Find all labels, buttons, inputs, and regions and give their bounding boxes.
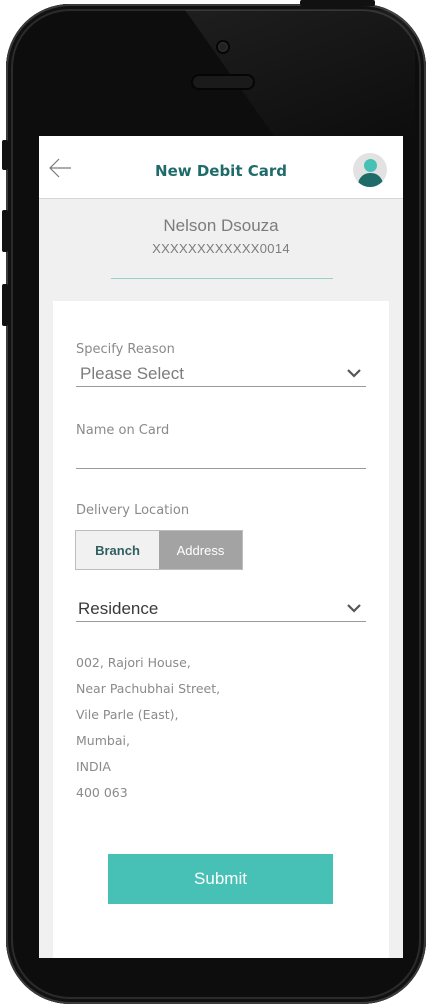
reason-label: Specify Reason xyxy=(76,342,175,357)
address-line: INDIA xyxy=(76,759,111,774)
page-title: New Debit Card xyxy=(155,162,287,180)
volume-up-button xyxy=(2,210,8,252)
account-holder-name: Nelson Dsouza xyxy=(163,216,279,235)
address-line: Vile Parle (East), xyxy=(76,707,179,722)
address-line: 002, Rajori House, xyxy=(76,655,191,670)
power-button xyxy=(300,0,375,6)
chevron-down-icon xyxy=(347,604,361,613)
delivery-location-toggle: Branch Address xyxy=(75,530,243,570)
delivery-location-label: Delivery Location xyxy=(76,503,190,518)
name-on-card-label: Name on Card xyxy=(76,423,170,438)
chevron-down-icon xyxy=(347,369,361,378)
masked-account-number: XXXXXXXXXXXX0014 xyxy=(152,241,290,256)
earpiece-speaker xyxy=(193,76,253,88)
mute-switch xyxy=(2,140,8,170)
top-bar: New Debit Card xyxy=(39,136,403,199)
volume-down-button xyxy=(2,284,8,326)
submit-button[interactable]: Submit xyxy=(108,854,333,904)
reason-dropdown[interactable]: Please Select xyxy=(76,362,366,387)
front-camera xyxy=(218,42,228,52)
address-type-value: Residence xyxy=(78,599,159,618)
address-line: Mumbai, xyxy=(76,733,130,748)
name-on-card-input[interactable] xyxy=(76,438,366,469)
address-line: 400 063 xyxy=(76,785,128,800)
address-option-button[interactable]: Address xyxy=(159,531,242,569)
user-avatar-icon[interactable] xyxy=(353,153,387,187)
header-divider xyxy=(111,278,333,279)
address-line: Near Pachubhai Street, xyxy=(76,681,221,696)
avatar-body xyxy=(358,173,383,187)
reason-value: Please Select xyxy=(80,364,184,383)
debit-card-form: Specify Reason Please Select Name on Car… xyxy=(53,301,389,958)
app-screen: New Debit Card Nelson Dsouza XXXXXXXXXXX… xyxy=(39,136,403,958)
branch-option-button[interactable]: Branch xyxy=(76,531,159,569)
address-type-dropdown[interactable]: Residence xyxy=(76,597,366,622)
avatar-head xyxy=(364,159,377,172)
